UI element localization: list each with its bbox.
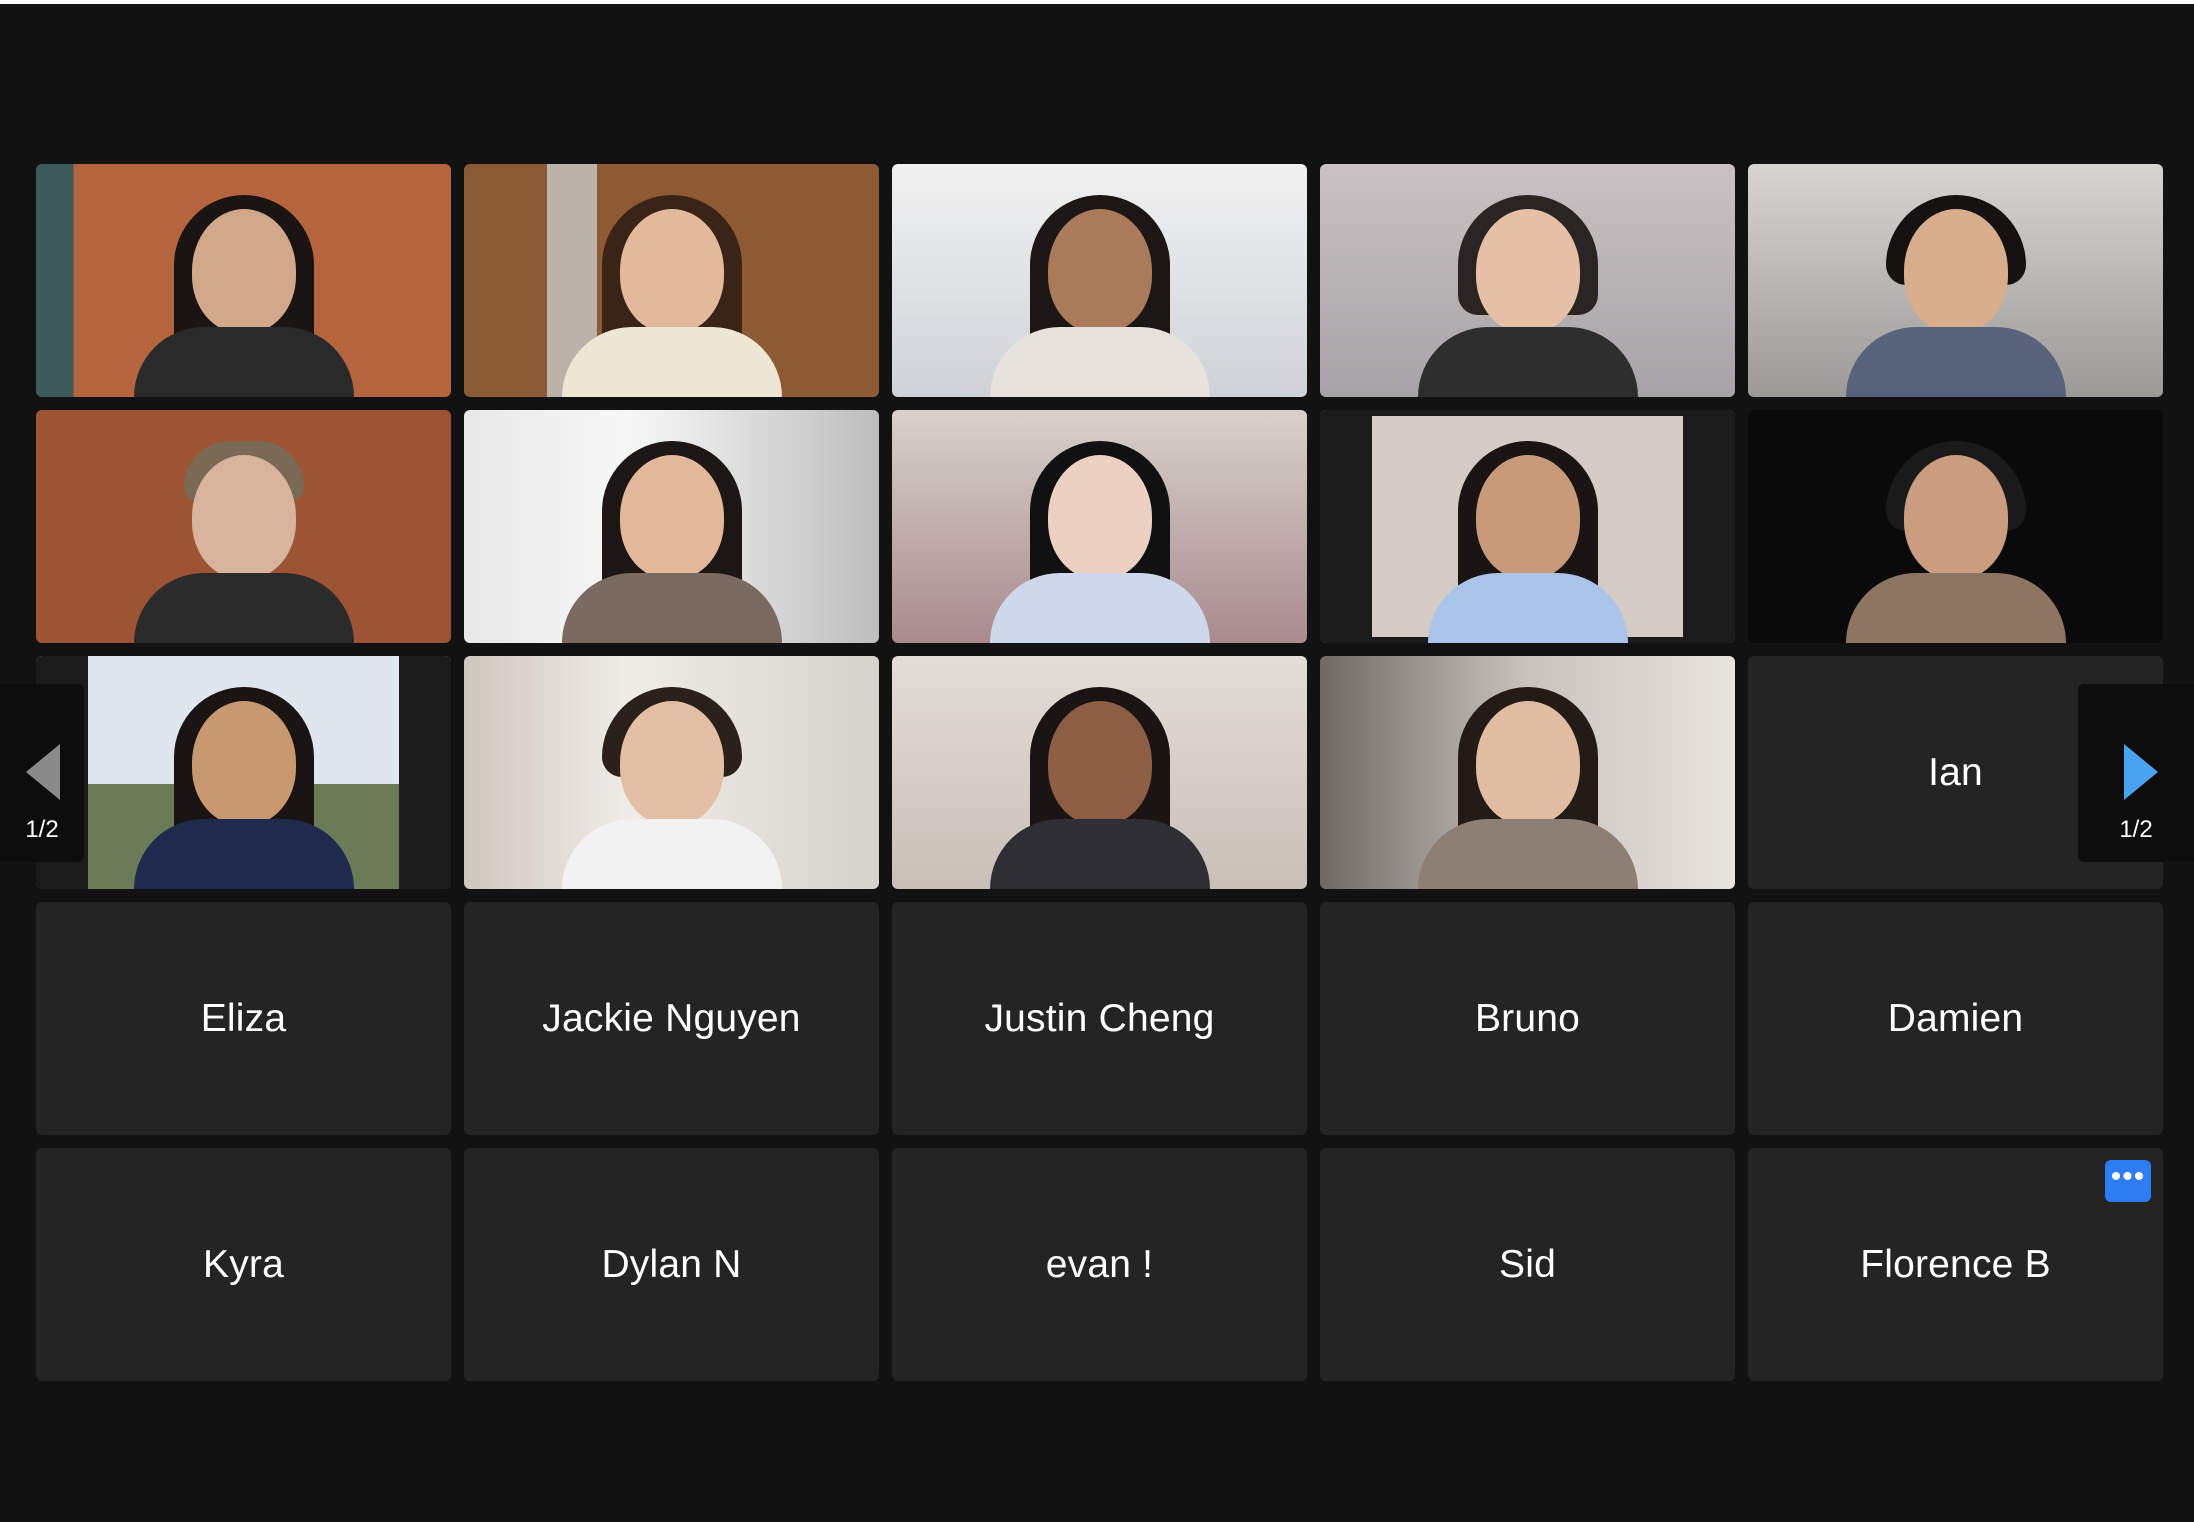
more-horizontal-icon: ••• — [2110, 1160, 2146, 1193]
participant-name: Florence B — [1860, 1242, 2051, 1286]
participant-figure — [1845, 187, 2066, 397]
video-tile-active-speaker[interactable] — [1320, 410, 1735, 643]
participant-figure — [561, 187, 782, 397]
gallery-grid: Ian Eliza Jackie Nguyen Justin Cheng Bru… — [36, 164, 2163, 1381]
participant-name: Jackie Nguyen — [542, 996, 801, 1040]
video-tile[interactable] — [464, 410, 879, 643]
video-tile[interactable] — [36, 410, 451, 643]
participant-name: Dylan N — [601, 1242, 742, 1286]
participant-figure — [1417, 187, 1638, 397]
participant-name: Eliza — [200, 996, 287, 1040]
video-tile[interactable] — [1748, 164, 2163, 397]
participant-tile[interactable]: Jackie Nguyen — [464, 902, 879, 1135]
video-tile[interactable] — [464, 656, 879, 889]
video-tile[interactable] — [892, 164, 1307, 397]
participant-name: Damien — [1887, 996, 2024, 1040]
window-top-edge — [0, 0, 2194, 4]
participant-figure — [561, 433, 782, 643]
participant-name: Kyra — [203, 1242, 284, 1286]
chevron-right-icon — [2124, 744, 2158, 800]
video-tile[interactable] — [36, 164, 451, 397]
participant-tile[interactable]: Sid — [1320, 1148, 1735, 1381]
participant-name: Ian — [1928, 750, 1983, 794]
participant-tile[interactable]: Kyra — [36, 1148, 451, 1381]
video-tile[interactable] — [36, 656, 451, 889]
participant-tile[interactable]: evan ! — [892, 1148, 1307, 1381]
participant-tile[interactable]: Damien — [1748, 902, 2163, 1135]
participant-name: Justin Cheng — [984, 996, 1215, 1040]
page-indicator: 1/2 — [2119, 816, 2153, 843]
participant-tile[interactable]: Justin Cheng — [892, 902, 1307, 1135]
participant-figure — [561, 679, 782, 889]
video-tile[interactable] — [892, 656, 1307, 889]
participant-figure — [989, 187, 1210, 397]
previous-page-button[interactable]: 1/2 — [0, 684, 84, 862]
participant-figure — [1417, 679, 1638, 889]
more-options-button[interactable]: ••• — [2105, 1160, 2151, 1202]
video-tile[interactable] — [1320, 656, 1735, 889]
participant-figure — [133, 679, 354, 889]
participant-figure — [1845, 433, 2066, 643]
next-page-button[interactable]: 1/2 — [2078, 684, 2194, 862]
participant-figure — [989, 679, 1210, 889]
chevron-left-icon — [26, 744, 60, 800]
participant-name: Sid — [1499, 1242, 1556, 1286]
participant-figure — [1427, 433, 1628, 643]
video-tile[interactable] — [1748, 410, 2163, 643]
video-tile[interactable] — [892, 410, 1307, 643]
page-indicator: 1/2 — [25, 816, 59, 843]
participant-name: Bruno — [1474, 996, 1581, 1040]
participant-figure — [989, 433, 1210, 643]
video-tile[interactable] — [1320, 164, 1735, 397]
video-tile[interactable] — [464, 164, 879, 397]
participant-tile[interactable]: Eliza — [36, 902, 451, 1135]
participant-tile[interactable]: Bruno — [1320, 902, 1735, 1135]
participant-tile[interactable]: ••• Florence B — [1748, 1148, 2163, 1381]
participant-name: evan ! — [1045, 1242, 1154, 1286]
participant-figure — [133, 187, 354, 397]
participant-figure — [133, 433, 354, 643]
participant-tile[interactable]: Dylan N — [464, 1148, 879, 1381]
